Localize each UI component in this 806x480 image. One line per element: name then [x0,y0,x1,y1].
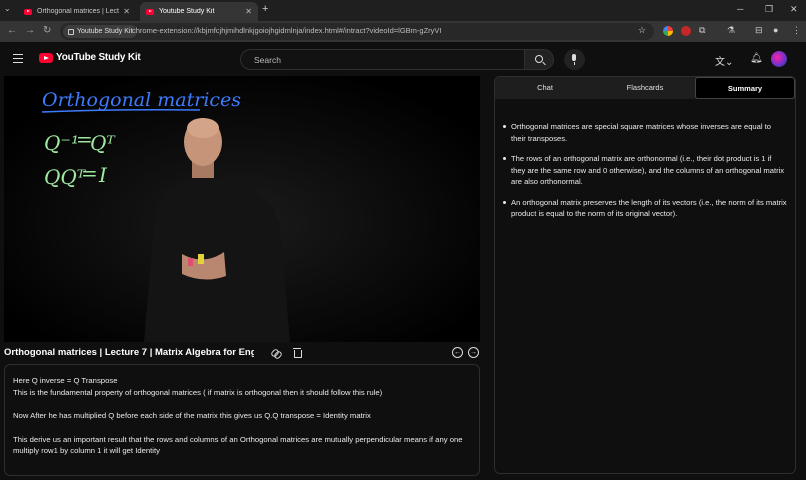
bookmark-star-icon[interactable]: ☆ [638,25,646,36]
red-extension-icon[interactable] [681,26,691,36]
summary-item: An orthogonal matrix preserves the lengt… [501,197,787,220]
youtube-logo-icon [39,53,53,63]
browser-tab-title: Orthogonal matrices | Lecture 7 [37,8,119,15]
search-box [240,49,524,70]
extension-chip[interactable]: Youtube Study Kit [63,25,138,38]
next-arrow-icon[interactable]: → [468,347,479,358]
board-equation-2-right: I [98,163,108,187]
microphone-button[interactable] [564,49,585,70]
extensions-puzzle-icon[interactable]: ⧉ [699,25,705,36]
browser-tab-video[interactable]: Orthogonal matrices | Lecture 7 ✕ [18,2,136,21]
board-equation-1-right: Qᵀ [90,131,116,155]
reload-icon[interactable]: ↻ [43,25,51,36]
video-player[interactable]: Orthogonal matrices Q⁻¹ = Qᵀ QQᵀ = I [4,76,480,342]
lab-flask-icon[interactable]: ⚗ [727,25,735,36]
close-tab-icon[interactable]: ✕ [245,7,252,16]
tab-chat[interactable]: Chat [495,77,595,99]
color-extension-icon[interactable] [663,26,673,36]
translate-icon[interactable]: 文⌄ [715,53,733,68]
notes-panel[interactable]: Here Q inverse = Q Transpose This is the… [4,364,480,476]
forward-icon[interactable]: → [25,25,35,36]
tab-flashcards[interactable]: Flashcards [595,77,695,99]
browser-menu-icon[interactable]: ⋮ [792,25,801,36]
notifications-bell-icon[interactable]: 🔔︎ [750,53,763,64]
browser-tab-study-kit[interactable]: Youtube Study Kit ✕ [140,2,258,21]
note-line: Now After he has multiplied Q before eac… [13,411,371,420]
note-line: Here Q inverse = Q Transpose [13,376,118,385]
menu-icon[interactable] [13,54,23,63]
url-text: chrome-extension://kbjmfcjhjmihdlnkjgoio… [132,26,442,35]
delete-trash-icon[interactable] [292,347,304,359]
summary-item: Orthogonal matrices are special square m… [501,121,787,144]
link-icon[interactable] [270,347,282,359]
tab-summary[interactable]: Summary [695,77,795,99]
back-icon[interactable]: ← [7,25,17,36]
lightboard-video-frame: Orthogonal matrices Q⁻¹ = Qᵀ QQᵀ = I [4,76,480,342]
close-window-icon[interactable]: ✕ [790,4,798,15]
new-tab-icon[interactable]: + [262,3,268,15]
summary-item: The rows of an orthogonal matrix are ort… [501,153,787,188]
browser-tab-title: Youtube Study Kit [159,8,215,15]
panel-tabs: Chat Flashcards Summary [495,77,795,99]
app-title: YouTube Study Kit [56,52,141,63]
video-title: Orthogonal matrices | Lecture 7 | Matrix… [4,347,254,358]
board-title: Orthogonal matrices [42,89,241,111]
board-equation-1-left: Q⁻¹ [44,131,79,155]
maximize-window-icon[interactable]: ❐ [765,4,773,15]
cast-icon[interactable]: ⊟ [755,25,763,36]
avatar[interactable] [771,51,787,67]
profile-icon[interactable]: ● [773,25,778,35]
tab-search-icon[interactable]: ⌄ [4,4,11,13]
search-input[interactable] [241,50,524,69]
previous-arrow-icon[interactable]: ← [452,347,463,358]
study-panel: Chat Flashcards Summary Orthogonal matri… [494,76,796,474]
extension-icon [68,28,74,35]
search-icon [535,55,543,63]
browser-toolbar: ← → ↻ Youtube Study Kit chrome-extension… [0,21,806,42]
youtube-favicon-icon [24,8,32,15]
search-button[interactable] [524,49,554,70]
app-header: YouTube Study Kit 文⌄ 🔔︎ [0,42,806,76]
browser-tab-strip: ⌄ Orthogonal matrices | Lecture 7 ✕ Yout… [0,0,806,21]
extension-chip-label: Youtube Study Kit [77,28,133,35]
minimize-window-icon[interactable]: ─ [737,4,743,14]
note-line: This is the fundamental property of orth… [13,387,383,397]
board-equation-2-equals: = [81,161,98,185]
close-tab-icon[interactable]: ✕ [123,7,130,16]
note-line: This derive us an important result that … [13,434,463,456]
youtube-favicon-icon [146,8,154,15]
address-bar[interactable]: Youtube Study Kit chrome-extension://kbj… [60,23,654,40]
summary-list: Orthogonal matrices are special square m… [501,121,787,229]
